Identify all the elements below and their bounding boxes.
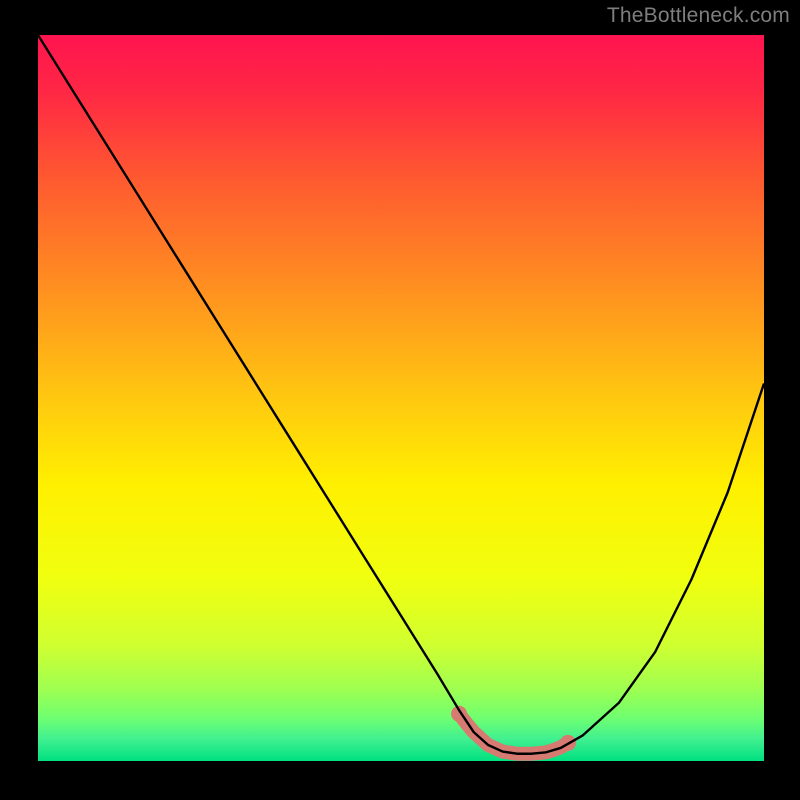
plot-area: [38, 35, 764, 761]
attribution-text: TheBottleneck.com: [607, 4, 790, 28]
chart-container: TheBottleneck.com: [0, 0, 800, 800]
bottleneck-chart: [38, 35, 764, 761]
